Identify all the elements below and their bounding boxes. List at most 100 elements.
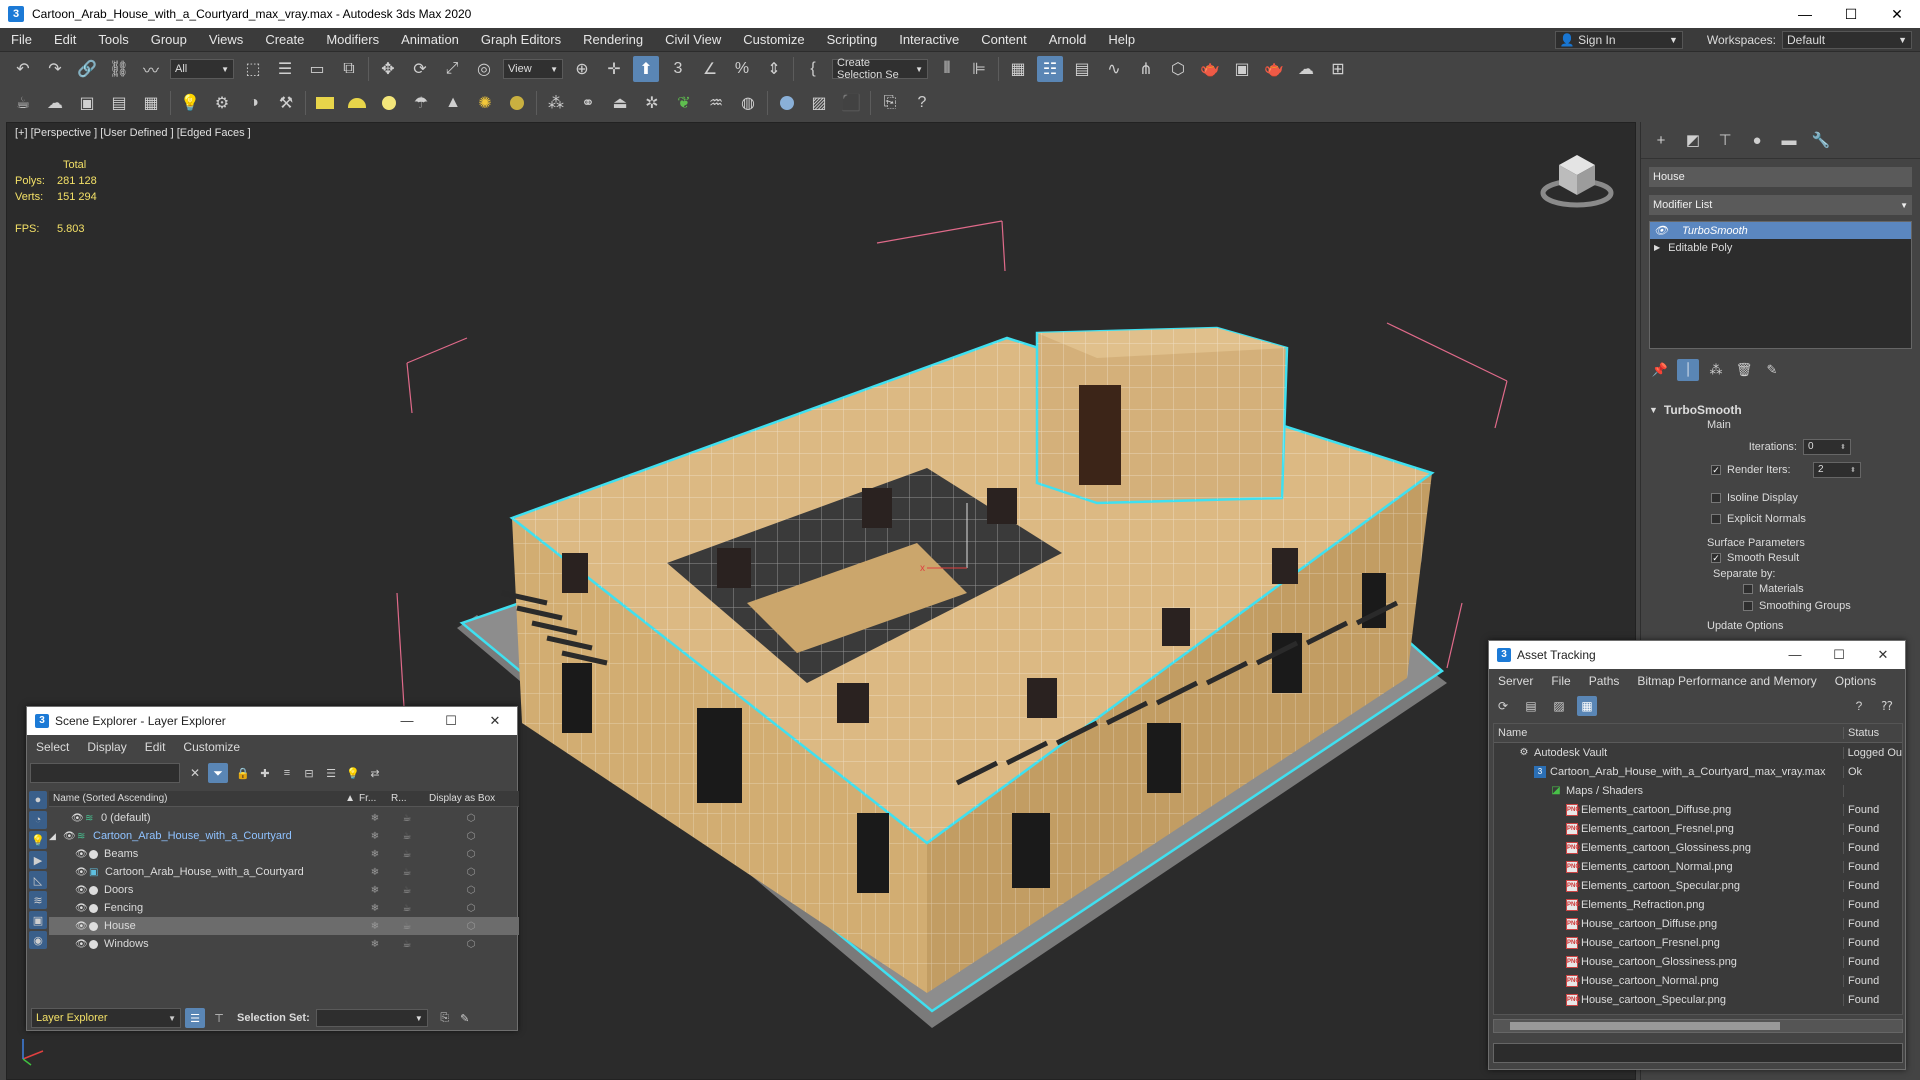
display-cameras-icon[interactable]: ▶ [29, 851, 47, 869]
vray-cloud-icon[interactable]: ☁ [42, 90, 68, 116]
vray-mesh-light-icon[interactable]: ▲ [440, 90, 466, 116]
modifier-stack-item-editable-poly[interactable]: ▶ Editable Poly [1650, 239, 1911, 256]
hierarchy-tab-icon[interactable]: ⊤ [1711, 128, 1739, 152]
place-icon[interactable]: ◎ [471, 56, 497, 82]
horizontal-scrollbar[interactable] [1493, 1019, 1903, 1033]
thumbnail-view-icon[interactable]: ▨ [1549, 696, 1569, 716]
table-row[interactable]: PNG House_cartoon_Diffuse.png Found [1494, 914, 1902, 933]
box-icon[interactable]: ⬡ [423, 921, 519, 932]
eye-icon[interactable]: 👁 [63, 831, 77, 842]
scale-icon[interactable]: ⤢ [439, 56, 465, 82]
percent-snap-icon[interactable]: % [729, 56, 755, 82]
collapse-triangle-icon[interactable]: ◢ [49, 831, 63, 842]
vray-sphere-light-icon[interactable] [376, 90, 402, 116]
material-editor-icon[interactable]: ⬡ [1165, 56, 1191, 82]
menu-arnold[interactable]: Arnold [1038, 28, 1098, 52]
isoline-display-checkbox[interactable] [1711, 492, 1721, 503]
angle-snap-icon[interactable]: ∠ [697, 56, 723, 82]
filter-icon[interactable]: ⏷ [208, 763, 228, 783]
minimize-button[interactable]: — [1782, 0, 1828, 28]
create-tab-icon[interactable]: + [1647, 128, 1675, 152]
table-row[interactable]: PNG House_cartoon_Normal.png Found [1494, 971, 1902, 990]
context-help-icon[interactable]: ⁇ [1877, 696, 1897, 716]
select-layer-icon[interactable]: ⊟ [300, 764, 318, 782]
layers-icon[interactable]: ☰ [322, 764, 340, 782]
eye-icon[interactable]: 👁 [75, 903, 89, 914]
show-end-result-icon[interactable]: ⏐ [1677, 359, 1699, 381]
menu-customize[interactable]: Customize [732, 28, 815, 52]
pivot-center-icon[interactable]: ⊕ [569, 56, 595, 82]
sync-selection-icon[interactable]: ⇄ [366, 764, 384, 782]
highlight-icon[interactable]: 💡 [344, 764, 362, 782]
render-iters-checkbox[interactable]: ✓ [1711, 464, 1721, 475]
move-icon[interactable]: ✥ [375, 56, 401, 82]
mirror-icon[interactable]: ⫴ [934, 56, 960, 82]
table-row[interactable]: PNG House_cartoon_Specular.png Found [1494, 990, 1902, 1009]
help-icon[interactable]: ? [909, 90, 935, 116]
render-teapot-icon[interactable]: ☕ [391, 885, 423, 896]
column-display-as-box[interactable]: Display as Box [423, 793, 519, 804]
materials-checkbox[interactable] [1743, 583, 1753, 594]
vray-light-lister-icon[interactable]: 💡 [177, 90, 203, 116]
display-groups-icon[interactable]: ▣ [29, 911, 47, 929]
table-row[interactable]: 👁 Beams ❄ ☕ ⬡ [49, 845, 519, 863]
bind-spacewarp-icon[interactable]: 〰 [138, 56, 164, 82]
box-icon[interactable]: ⬡ [423, 867, 519, 878]
layer-explorer-toggle-icon[interactable]: ☷ [1037, 56, 1063, 82]
rectangular-selection-icon[interactable]: ▭ [304, 56, 330, 82]
table-row[interactable]: PNG Elements_Refraction.png Found [1494, 895, 1902, 914]
vray-ies-light-icon[interactable]: ☂ [408, 90, 434, 116]
vray-scatter-icon[interactable]: ❦ [671, 90, 697, 116]
freeze-icon[interactable]: ❄ [359, 903, 391, 914]
curve-editor-icon[interactable]: ∿ [1101, 56, 1127, 82]
table-view-icon[interactable]: ▦ [1577, 696, 1597, 716]
reference-coordinate-dropdown[interactable]: View ▼ [503, 59, 563, 79]
render-teapot-icon[interactable]: ☕ [391, 813, 423, 824]
close-button[interactable]: ✕ [473, 713, 517, 729]
display-lights-icon[interactable]: 💡 [29, 831, 47, 849]
freeze-icon[interactable]: ❄ [359, 939, 391, 950]
table-row[interactable]: PNG House_cartoon_Fresnel.png Found [1494, 933, 1902, 952]
maximize-button[interactable]: ☐ [429, 713, 473, 729]
render-teapot-icon[interactable]: ☕ [391, 867, 423, 878]
named-selection-set-dropdown[interactable]: Create Selection Se ▼ [832, 57, 928, 81]
spinner-snap-icon[interactable]: ⇕ [761, 56, 787, 82]
render-production-icon[interactable]: 🫖 [1261, 56, 1287, 82]
table-row[interactable]: 👁 Fencing ❄ ☕ ⬡ [49, 899, 519, 917]
column-name[interactable]: Name [1494, 727, 1844, 739]
display-tab-icon[interactable]: ▬ [1775, 128, 1803, 152]
menu-server[interactable]: Server [1489, 674, 1542, 688]
freeze-icon[interactable]: ❄ [359, 849, 391, 860]
vray-sun-icon[interactable]: ✺ [472, 90, 498, 116]
asset-tracking-titlebar[interactable]: 3 Asset Tracking — ☐ ✕ [1489, 641, 1905, 669]
close-button[interactable]: ✕ [1874, 0, 1920, 28]
vray-physical-camera-icon[interactable]: ⏏ [607, 90, 633, 116]
motion-tab-icon[interactable]: ● [1743, 128, 1771, 152]
menu-content[interactable]: Content [970, 28, 1038, 52]
menu-options[interactable]: Options [1826, 674, 1885, 688]
vray-bitmap-icon[interactable]: ▨ [806, 90, 832, 116]
maximize-button[interactable]: ☐ [1817, 647, 1861, 663]
explicit-normals-checkbox[interactable] [1711, 513, 1721, 524]
table-row[interactable]: PNG Elements_cartoon_Glossiness.png Found [1494, 838, 1902, 857]
minimize-button[interactable]: — [1773, 647, 1817, 663]
rotate-icon[interactable]: ⟳ [407, 56, 433, 82]
configure-modifier-sets-icon[interactable]: ✎ [1761, 359, 1783, 381]
menu-views[interactable]: Views [198, 28, 254, 52]
new-layer-icon[interactable]: ✚ [256, 764, 274, 782]
table-row[interactable]: 3 Cartoon_Arab_House_with_a_Courtyard_max… [1494, 762, 1902, 781]
menu-scripting[interactable]: Scripting [816, 28, 889, 52]
vray-frame-buffer-icon[interactable]: ☕ [10, 90, 36, 116]
grid-icon[interactable]: ⊞ [1325, 56, 1351, 82]
layer-explorer-mode-icon[interactable]: ☰ [185, 1008, 205, 1028]
explorer-type-dropdown[interactable]: Layer Explorer ▼ [31, 1008, 181, 1028]
eye-icon[interactable]: 👁 [75, 849, 89, 860]
box-icon[interactable]: ⬡ [423, 939, 519, 950]
render-teapot-icon[interactable]: ☕ [391, 831, 423, 842]
edit-selection-set-icon[interactable]: ⎘ [436, 1009, 454, 1027]
select-manipulate-icon[interactable]: ✛ [601, 56, 627, 82]
spinner-arrows-icon[interactable]: ⬍ [1850, 466, 1856, 474]
pin-stack-icon[interactable]: 📌 [1649, 359, 1671, 381]
eye-icon[interactable]: 👁 [75, 867, 89, 878]
menu-select[interactable]: Select [27, 740, 78, 754]
